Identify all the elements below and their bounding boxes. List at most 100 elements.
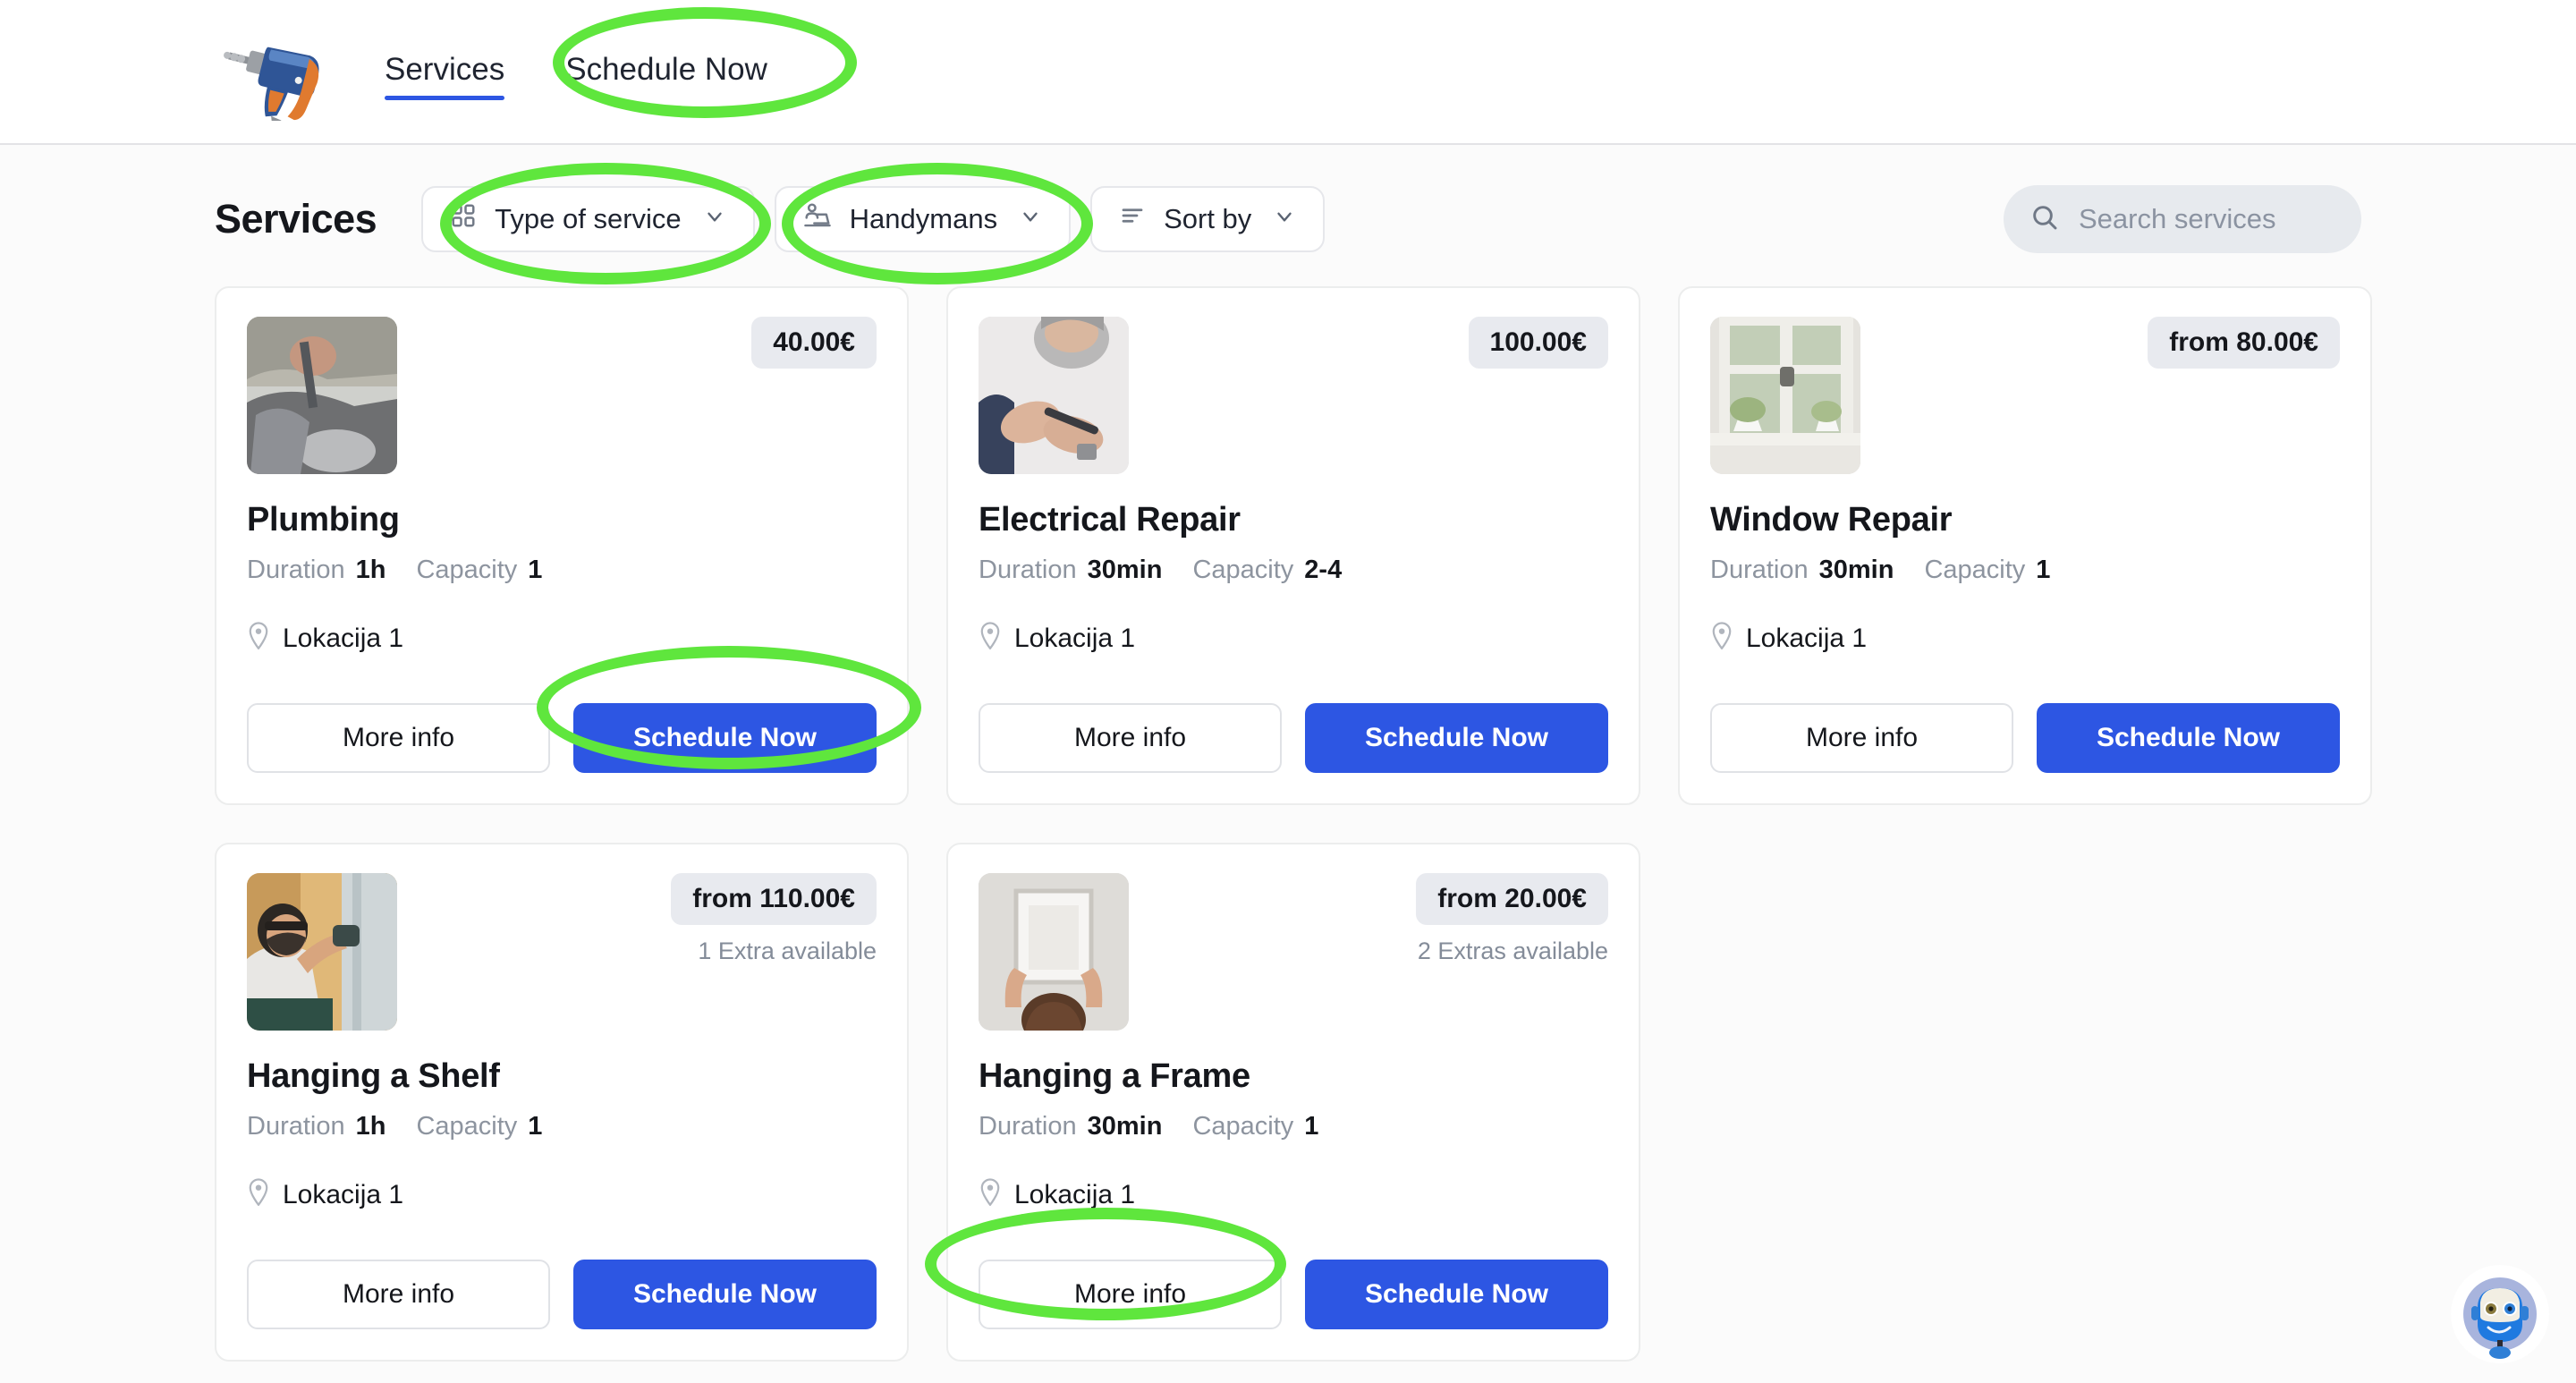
service-meta: Duration 1h Capacity 1: [247, 1112, 877, 1141]
duration-label: Duration: [979, 556, 1077, 584]
card-header: 40.00€: [247, 317, 877, 474]
location-label: Lokacija 1: [283, 1180, 404, 1209]
service-title: Electrical Repair: [979, 501, 1241, 539]
duration-value: 30min: [1087, 556, 1163, 584]
search-icon: [2030, 203, 2059, 236]
duration-label: Duration: [1710, 556, 1809, 584]
header-tab-schedule-now[interactable]: Schedule Now: [544, 43, 789, 100]
services-toolbar: Services Type of service Handymans Sort …: [215, 145, 2361, 279]
card-header: 100.00€: [979, 317, 1608, 474]
header-tab-services-label: Services: [385, 52, 505, 87]
filter-sort-by[interactable]: Sort by: [1090, 186, 1326, 252]
card-actions: More info Schedule Now: [979, 703, 1608, 773]
extras-note: 2 Extras available: [1417, 938, 1608, 964]
service-card-plumbing[interactable]: 40.00€ Plumbing Duration 1h Capacity 1 L…: [215, 286, 921, 805]
map-pin-icon: [247, 1177, 270, 1213]
capacity-label: Capacity: [416, 1112, 518, 1141]
site-header: Services Schedule Now: [0, 0, 2576, 145]
more-info-button[interactable]: More info: [247, 1260, 550, 1329]
filter-type-of-service[interactable]: Type of service: [421, 186, 755, 252]
services-card-grid: 40.00€ Plumbing Duration 1h Capacity 1 L…: [215, 286, 2372, 1362]
filter-handymans-label: Handymans: [849, 203, 998, 234]
duration-value: 1h: [355, 1112, 386, 1141]
price-badge: from 110.00€: [671, 873, 877, 925]
service-location: Lokacija 1: [979, 1177, 1608, 1213]
more-info-button[interactable]: More info: [247, 703, 550, 773]
location-label: Lokacija 1: [1014, 1180, 1136, 1209]
capacity-label: Capacity: [1924, 556, 2026, 584]
duration-value: 1h: [355, 556, 386, 584]
card-actions: More info Schedule Now: [247, 1260, 877, 1329]
duration-label: Duration: [247, 1112, 345, 1141]
service-card-hanging-a-frame[interactable]: from 20.00€ 2 Extras available Hanging a…: [925, 843, 1640, 1362]
page-title: Services: [215, 196, 377, 242]
schedule-now-button[interactable]: Schedule Now: [573, 1260, 877, 1329]
service-thumbnail: [247, 873, 397, 1031]
more-info-button[interactable]: More info: [1710, 703, 2013, 773]
capacity-label: Capacity: [416, 556, 518, 584]
price-column: 40.00€: [751, 317, 877, 369]
filter-handymans[interactable]: Handymans: [774, 186, 1072, 252]
price-badge: 40.00€: [751, 317, 877, 369]
capacity-label: Capacity: [1192, 556, 1294, 584]
chat-bot-launcher[interactable]: [2451, 1265, 2549, 1363]
map-pin-icon: [1710, 621, 1733, 657]
more-info-button[interactable]: More info: [979, 703, 1282, 773]
service-meta: Duration 30min Capacity 1: [979, 1112, 1608, 1141]
price-badge: from 80.00€: [2148, 317, 2340, 369]
page-body: Services Type of service Handymans Sort …: [0, 145, 2576, 1362]
chevron-down-icon: [1019, 203, 1042, 235]
capacity-value: 1: [1304, 1112, 1319, 1141]
duration-label: Duration: [979, 1112, 1077, 1141]
card-actions: More info Schedule Now: [1710, 703, 2340, 773]
location-label: Lokacija 1: [283, 624, 404, 653]
service-location: Lokacija 1: [247, 621, 877, 657]
map-pin-icon: [979, 1177, 1002, 1213]
schedule-now-button[interactable]: Schedule Now: [1305, 703, 1608, 773]
search-services-box[interactable]: [2004, 185, 2361, 253]
service-meta: Duration 30min Capacity 2-4: [979, 556, 1608, 585]
service-thumbnail: [979, 317, 1129, 474]
price-badge: 100.00€: [1468, 317, 1608, 369]
card-actions: More info Schedule Now: [247, 703, 877, 773]
capacity-value: 2-4: [1304, 556, 1343, 584]
card-header: from 20.00€ 2 Extras available: [979, 873, 1608, 1031]
duration-label: Duration: [247, 556, 345, 584]
service-card-electrical-repair[interactable]: 100.00€ Electrical Repair Duration 30min…: [946, 286, 1640, 805]
person-desk-icon: [803, 202, 832, 236]
power-drill-icon: [195, 18, 338, 125]
service-title: Plumbing: [247, 501, 400, 539]
header-tab-services[interactable]: Services: [363, 43, 526, 100]
price-column: from 20.00€ 2 Extras available: [1416, 873, 1608, 965]
capacity-label: Capacity: [1192, 1112, 1294, 1141]
schedule-now-button[interactable]: Schedule Now: [1305, 1260, 1608, 1329]
duration-value: 30min: [1818, 556, 1894, 584]
price-column: from 110.00€ 1 Extra available: [671, 873, 877, 965]
service-card-window-repair[interactable]: from 80.00€ Window Repair Duration 30min…: [1678, 286, 2372, 805]
service-title: Window Repair: [1710, 501, 1953, 539]
grid-icon: [450, 202, 477, 236]
location-label: Lokacija 1: [1746, 624, 1868, 653]
service-thumbnail: [247, 317, 397, 474]
service-meta: Duration 1h Capacity 1: [247, 556, 877, 585]
header-tab-schedule-now-label: Schedule Now: [565, 52, 767, 87]
sort-lines-icon: [1119, 202, 1146, 236]
service-thumbnail: [979, 873, 1129, 1031]
service-location: Lokacija 1: [1710, 621, 2340, 657]
more-info-button[interactable]: More info: [979, 1260, 1282, 1329]
chevron-down-icon: [1273, 203, 1296, 235]
map-pin-icon: [979, 621, 1002, 657]
schedule-now-button[interactable]: Schedule Now: [573, 703, 877, 773]
card-header: from 80.00€: [1710, 317, 2340, 474]
chevron-down-icon: [703, 203, 726, 235]
schedule-now-button[interactable]: Schedule Now: [2037, 703, 2340, 773]
price-column: from 80.00€: [2148, 317, 2340, 369]
search-input[interactable]: [2079, 203, 2334, 235]
service-location: Lokacija 1: [979, 621, 1608, 657]
service-title: Hanging a Frame: [979, 1057, 1250, 1095]
service-card-hanging-a-shelf[interactable]: from 110.00€ 1 Extra available Hanging a…: [215, 843, 909, 1362]
extras-note: 1 Extra available: [698, 938, 877, 964]
filter-bar: Type of service Handymans Sort by: [421, 186, 1326, 252]
service-meta: Duration 30min Capacity 1: [1710, 556, 2340, 585]
duration-value: 30min: [1087, 1112, 1163, 1141]
